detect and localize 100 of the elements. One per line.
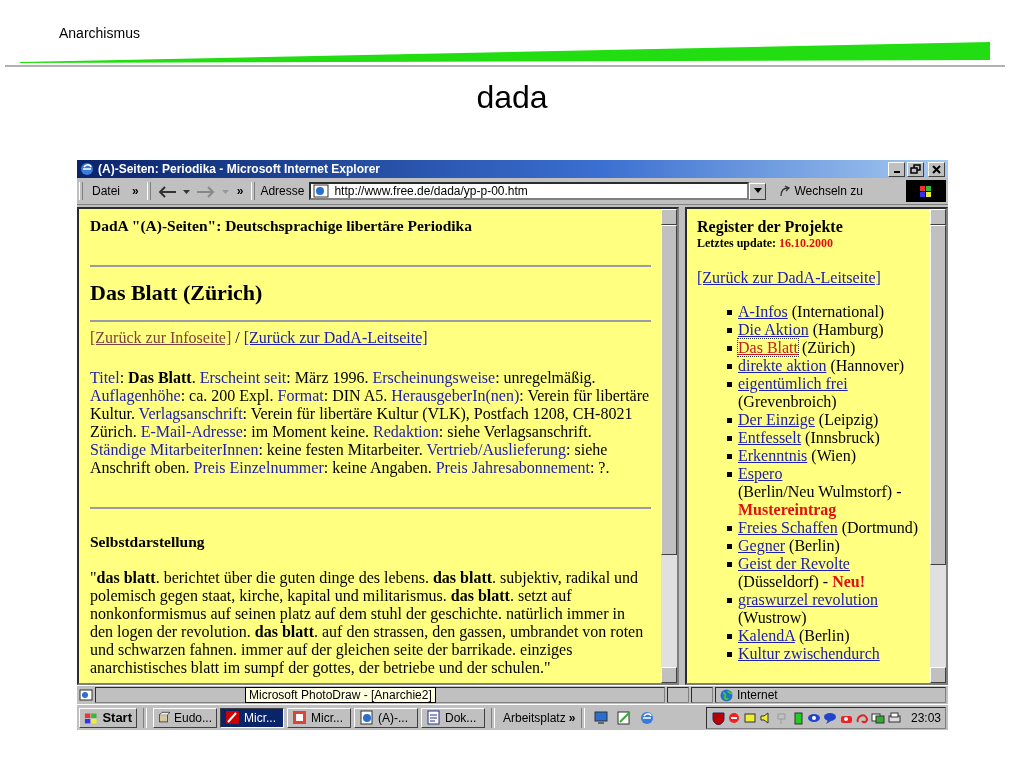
place-text: (Grevenbroich) <box>738 393 837 411</box>
network-icon[interactable] <box>742 710 757 725</box>
page-icon <box>313 184 330 198</box>
zone-label: Internet <box>737 688 778 702</box>
bullet-icon <box>727 652 732 657</box>
taskbar-button[interactable]: Micr... <box>220 707 284 728</box>
notepad-icon[interactable] <box>616 709 633 726</box>
menu-item[interactable]: Datei <box>88 184 124 198</box>
place-text: (Leipzig) <box>818 411 879 429</box>
scroll-down-button[interactable] <box>661 667 677 683</box>
package-icon <box>158 710 170 725</box>
pen-icon <box>225 710 240 725</box>
chevron-button[interactable]: » <box>129 184 142 198</box>
go-button[interactable]: Wechseln zu <box>771 180 871 202</box>
taskbar-button[interactable]: Eudo... <box>153 707 217 728</box>
place-text: (International) <box>791 303 885 321</box>
minimize-button[interactable] <box>888 161 905 177</box>
project-link[interactable]: KalendA <box>738 627 795 644</box>
project-link[interactable]: Entfesselt <box>738 429 802 446</box>
register-title: Register der Projekte <box>697 218 844 236</box>
project-link[interactable]: graswurzel revolution <box>738 591 878 608</box>
caret-icon <box>753 188 762 194</box>
globe-icon <box>720 688 733 702</box>
back-link[interactable]: [Zurück zur Infoseite] <box>90 329 232 346</box>
toolbar-label: Arbeitsplatz <box>502 710 566 725</box>
project-link[interactable]: Geist der Revolte <box>738 555 850 572</box>
scrollbar[interactable] <box>930 209 946 683</box>
project-link[interactable]: direkte aktion <box>738 357 827 374</box>
taskbar-button[interactable]: Micr... <box>287 707 351 728</box>
slide-icon <box>292 710 307 725</box>
place-text: (Berlin) <box>789 537 840 555</box>
taskbar-button[interactable]: (A)-... <box>354 707 418 728</box>
scroll-up-button[interactable] <box>661 209 677 225</box>
windows-icon[interactable] <box>870 710 885 725</box>
project-link[interactable]: Die Aktion <box>738 321 809 338</box>
clock: 23:03 <box>910 710 941 725</box>
project-link[interactable]: A-Infos <box>738 303 788 320</box>
chevron-button[interactable]: » <box>568 710 576 725</box>
monitor-icon[interactable] <box>593 709 610 726</box>
close-button[interactable] <box>928 161 945 177</box>
page-heading: DadA "(A)-Seiten": Deutschsprachige libertäre Periodika <box>90 217 473 235</box>
tooltip: Microsoft PhotoDraw - [Anarchie2] <box>245 687 436 703</box>
bullet-icon <box>727 598 732 603</box>
document-icon <box>426 710 441 725</box>
page-icon <box>359 710 374 725</box>
place-text: (Wustrow) <box>738 609 807 627</box>
address-field[interactable]: http://www.free.de/dada/yp-p-00.htm <box>309 182 750 200</box>
slide-title: dada <box>475 78 549 117</box>
project-link[interactable]: Gegner <box>738 537 786 554</box>
place-text: (Dortmund) <box>841 519 919 537</box>
project-link[interactable]: eigentümlich frei <box>738 375 848 392</box>
project-link[interactable]: Der Einzige <box>738 411 815 428</box>
dropdown-button[interactable] <box>749 182 767 200</box>
scroll-down-button[interactable] <box>930 667 946 683</box>
flag-icon <box>918 184 934 198</box>
bullet-icon <box>727 436 732 441</box>
back-link[interactable]: [Zurück zur DadA-Leitseite] <box>243 329 428 346</box>
scroll-up-button[interactable] <box>930 209 946 225</box>
project-link[interactable]: Das Blatt <box>738 339 798 356</box>
bullet-icon <box>727 454 732 459</box>
page-icon <box>79 689 93 701</box>
restore-button[interactable] <box>907 161 924 177</box>
place-text: (Hamburg) <box>812 321 884 339</box>
project-link[interactable]: Kultur zwischendurch <box>738 645 880 662</box>
bullet-icon <box>727 328 732 333</box>
start-button[interactable]: Start <box>79 707 137 728</box>
place-text: (Berlin/Neu Wulmstorf) - <box>738 483 902 501</box>
back-link[interactable]: [Zurück zur DadA-Leitseite] <box>697 269 881 287</box>
project-link[interactable]: Freies Schaffen <box>738 519 838 536</box>
taskbar-button[interactable]: Dok... <box>421 707 485 728</box>
status-pane <box>691 687 713 703</box>
printer-icon[interactable] <box>886 710 901 725</box>
page-title: Das Blatt (Zürich) <box>90 280 264 306</box>
place-text: (Innsbruck) <box>805 429 880 447</box>
scrollbar[interactable] <box>661 209 677 683</box>
project-link[interactable]: Espero <box>738 465 783 482</box>
project-link[interactable]: Erkenntnis <box>738 447 808 464</box>
bullet-icon <box>727 526 732 531</box>
slide-header: Anarchismus <box>59 25 140 41</box>
browser-icon[interactable] <box>639 709 656 726</box>
shield-icon[interactable] <box>710 710 725 725</box>
chat-icon[interactable] <box>822 710 837 725</box>
close-icon <box>931 163 942 175</box>
stop-icon[interactable] <box>726 710 741 725</box>
go-arrow-icon <box>779 185 792 197</box>
quote-paragraph: "das blatt. berichtet über die guten dinge des lebens. das blatt. subjektiv, radikal und polemisch gegen staat, kirche, kapital und militarismus. das blatt. setzt auf nonkonformismus auf seinen platz auf dem stuhl der geschichte. natürlich immer in den logen der revolution. das blatt. auf den strassen, den gassen, umbrandet von roten und schwarzen fahnen. immer auf der gleichen seite der barrikade. einziges anarchistisches blatt im sumpf der gottes, der betriebe und der schulen." <box>90 569 645 677</box>
update-label: Letztes update: <box>697 236 777 250</box>
place-text: (Hannover) <box>830 357 905 375</box>
minimize-icon <box>893 171 900 173</box>
bullet-icon <box>727 544 732 549</box>
scroll-thumb[interactable] <box>661 225 677 555</box>
bullet-icon <box>727 418 732 423</box>
bullet-icon <box>727 310 732 315</box>
note-text: Neu! <box>832 573 866 591</box>
scroll-thumb[interactable] <box>930 225 946 565</box>
chevron-button[interactable]: » <box>233 184 247 198</box>
bullet-icon <box>727 472 732 477</box>
restore-icon <box>910 163 921 175</box>
note-text: Mustereintrag <box>738 501 837 519</box>
section-heading: Selbstdarstellung <box>90 533 206 551</box>
